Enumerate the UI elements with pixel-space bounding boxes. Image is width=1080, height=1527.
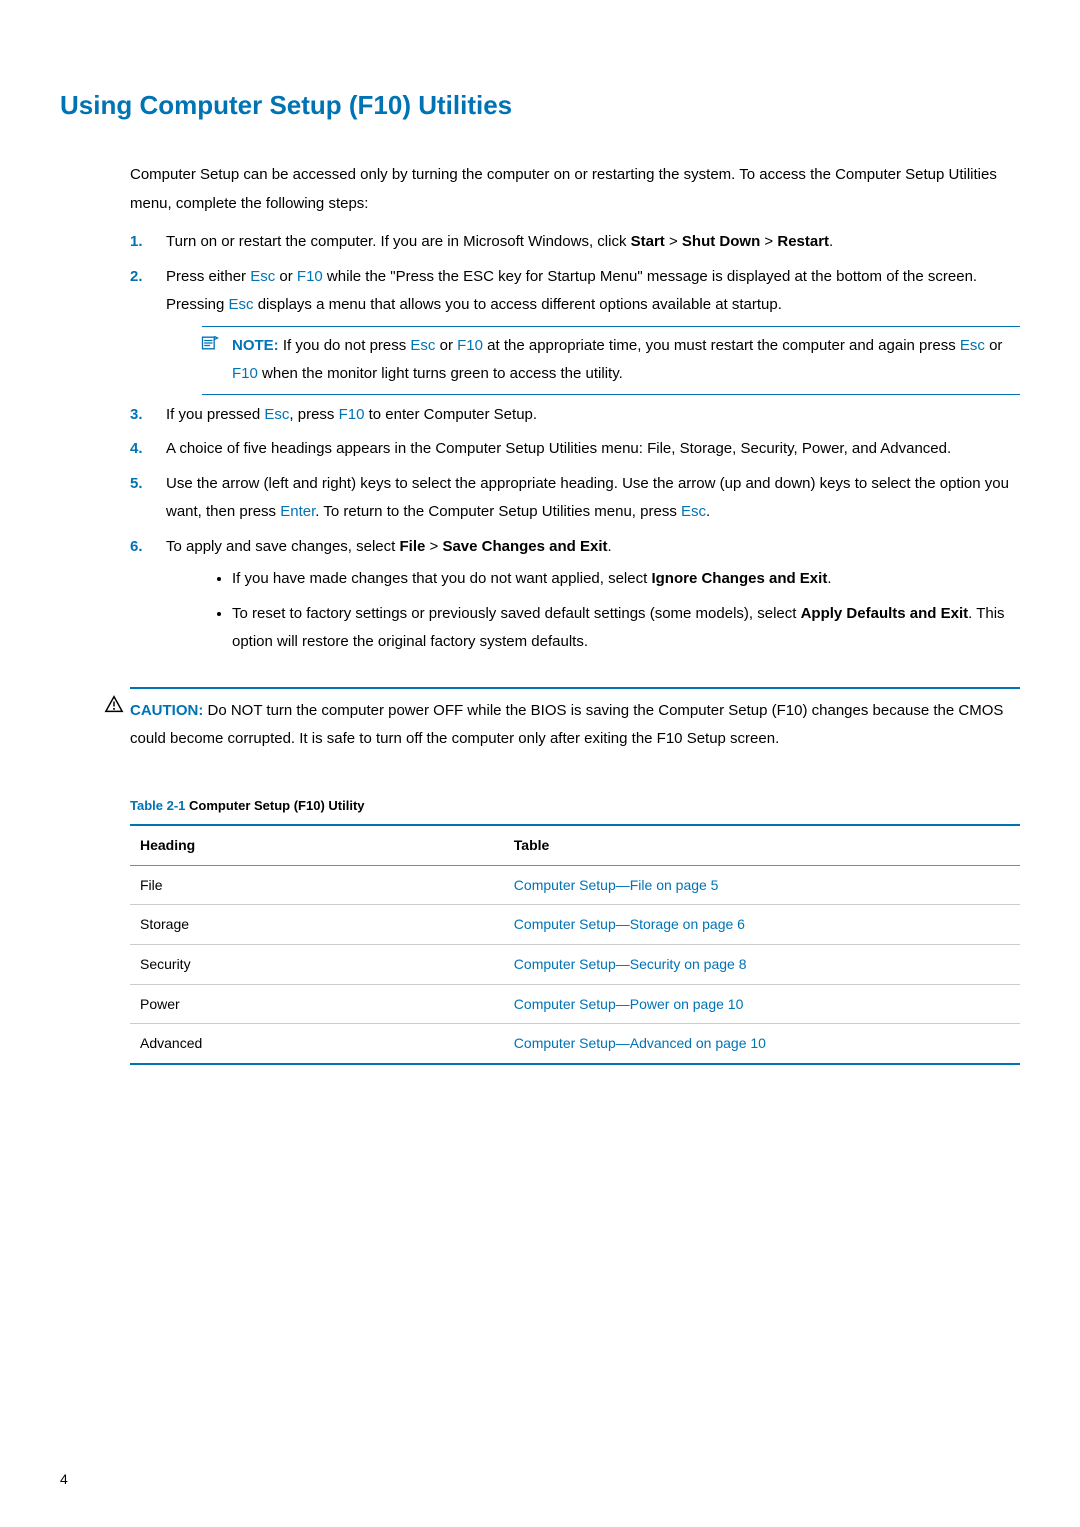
cell-heading: File <box>130 865 504 905</box>
sub-item-ignore: If you have made changes that you do not… <box>232 565 1020 594</box>
link-advanced[interactable]: Computer Setup—Advanced on page 10 <box>514 1035 766 1051</box>
step-2: 2. Press either Esc or F10 while the "Pr… <box>130 263 1020 395</box>
warning-icon <box>104 695 124 724</box>
step-text: A choice of five headings appears in the… <box>166 440 951 457</box>
step-text: If you pressed Esc, press F10 to enter C… <box>166 406 537 423</box>
step-text: Press either Esc or F10 while the "Press… <box>166 268 977 285</box>
key-f10: F10 <box>339 406 365 423</box>
cell-heading: Advanced <box>130 1024 504 1064</box>
link-file[interactable]: Computer Setup—File on page 5 <box>514 877 719 893</box>
step-number: 4. <box>130 435 143 464</box>
utility-table: Heading Table File Computer Setup—File o… <box>130 824 1020 1065</box>
step-5: 5. Use the arrow (left and right) keys t… <box>130 470 1020 527</box>
link-storage[interactable]: Computer Setup—Storage on page 6 <box>514 916 745 932</box>
page-number: 4 <box>60 1471 68 1487</box>
step-6: 6. To apply and save changes, select Fil… <box>130 533 1020 657</box>
step-text: Use the arrow (left and right) keys to s… <box>166 475 1009 521</box>
cell-heading: Storage <box>130 905 504 945</box>
key-esc: Esc <box>229 296 254 313</box>
note-icon <box>200 333 220 364</box>
caution-callout: CAUTION: Do NOT turn the computer power … <box>130 687 1020 754</box>
note-text: NOTE: If you do not press Esc or F10 at … <box>232 332 1020 389</box>
table-row: Power Computer Setup—Power on page 10 <box>130 984 1020 1024</box>
col-heading: Heading <box>130 825 504 865</box>
key-f10: F10 <box>457 337 483 354</box>
step-number: 5. <box>130 470 143 499</box>
caution-text: Do NOT turn the computer power OFF while… <box>130 702 1003 748</box>
key-esc: Esc <box>410 337 435 354</box>
step-6-sublist: If you have made changes that you do not… <box>166 565 1020 657</box>
sub-item-apply-defaults: To reset to factory settings or previous… <box>232 600 1020 657</box>
link-security[interactable]: Computer Setup—Security on page 8 <box>514 956 747 972</box>
step-text: To apply and save changes, select File >… <box>166 538 612 555</box>
intro-paragraph: Computer Setup can be accessed only by t… <box>130 161 1020 218</box>
table-row: Security Computer Setup—Security on page… <box>130 944 1020 984</box>
cell-heading: Power <box>130 984 504 1024</box>
note-callout: NOTE: If you do not press Esc or F10 at … <box>202 326 1020 395</box>
step-text: Turn on or restart the computer. If you … <box>166 233 833 250</box>
table-row: Advanced Computer Setup—Advanced on page… <box>130 1024 1020 1064</box>
document-page: Using Computer Setup (F10) Utilities Com… <box>0 0 1080 1527</box>
body-content: Computer Setup can be accessed only by t… <box>130 161 1020 1065</box>
table-caption: Table 2-1 Computer Setup (F10) Utility <box>130 794 1020 819</box>
steps-list: 1. Turn on or restart the computer. If y… <box>130 228 1020 657</box>
col-table: Table <box>504 825 1020 865</box>
key-f10: F10 <box>232 365 258 382</box>
step-number: 3. <box>130 401 143 430</box>
step-number: 2. <box>130 263 143 292</box>
step-text-2: Pressing Esc displays a menu that allows… <box>166 291 1020 320</box>
key-f10: F10 <box>297 268 323 285</box>
table-row: File Computer Setup—File on page 5 <box>130 865 1020 905</box>
caution-label: CAUTION: <box>130 702 203 719</box>
step-1: 1. Turn on or restart the computer. If y… <box>130 228 1020 257</box>
table-row: Storage Computer Setup—Storage on page 6 <box>130 905 1020 945</box>
step-number: 6. <box>130 533 143 562</box>
key-esc: Esc <box>681 503 706 520</box>
key-esc: Esc <box>960 337 985 354</box>
page-title: Using Computer Setup (F10) Utilities <box>60 90 1020 121</box>
key-esc: Esc <box>264 406 289 423</box>
link-power[interactable]: Computer Setup—Power on page 10 <box>514 996 744 1012</box>
key-enter: Enter <box>280 503 315 520</box>
step-number: 1. <box>130 228 143 257</box>
cell-heading: Security <box>130 944 504 984</box>
step-3: 3. If you pressed Esc, press F10 to ente… <box>130 401 1020 430</box>
step-4: 4. A choice of five headings appears in … <box>130 435 1020 464</box>
key-esc: Esc <box>250 268 275 285</box>
